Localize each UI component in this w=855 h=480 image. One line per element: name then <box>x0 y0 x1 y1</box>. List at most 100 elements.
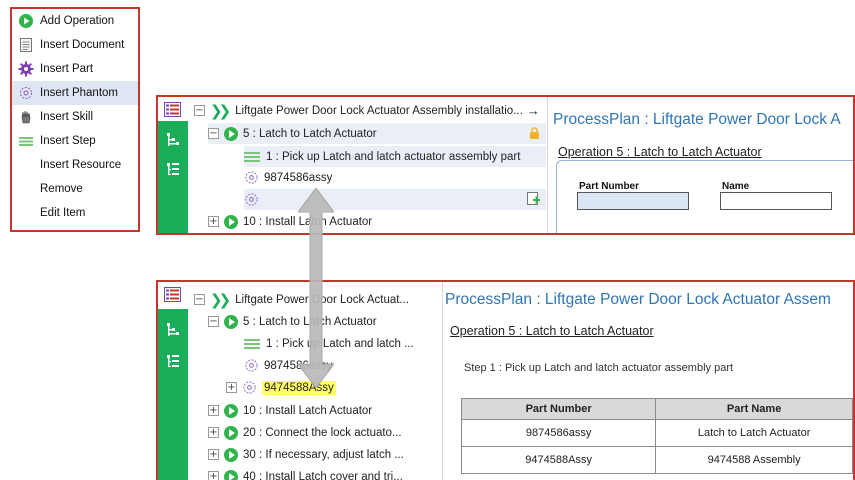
table-row[interactable]: 9874586assy Latch to Latch Actuator <box>460 419 853 447</box>
phantom-gear-icon <box>245 171 258 184</box>
menu-item-insert-phantom[interactable]: Insert Phantom <box>12 81 138 105</box>
name-input[interactable] <box>720 192 832 210</box>
double-arrow-icon <box>298 188 334 388</box>
play-icon <box>224 314 238 329</box>
tree-row-operation-40[interactable]: + 40 : Install Latch cover and tri... <box>208 466 403 480</box>
step-description: Step 1 : Pick up Latch and latch actuato… <box>464 362 734 374</box>
tree-row-operation-20[interactable]: + 20 : Connect the lock actuato... <box>208 422 402 443</box>
phantom-gear-icon <box>245 193 258 206</box>
table-header: Part Number <box>460 398 657 420</box>
detail-view: ProcessPlan : Liftgate Power Door Lock A… <box>549 97 853 233</box>
tree-row-part[interactable]: 9874586assy <box>244 167 332 188</box>
expand-toggle[interactable]: + <box>226 382 237 393</box>
menu-item-label: Insert Step <box>40 135 96 147</box>
menu-item-label: Edit Item <box>40 207 86 219</box>
collapse-toggle[interactable]: − <box>208 316 219 327</box>
tree-row-operation-30[interactable]: + 30 : If necessary, adjust latch ... <box>208 444 404 465</box>
play-icon <box>224 469 238 480</box>
phantom-gear-icon <box>18 85 34 101</box>
tree-label: 1 : Pick up Latch and latch ... <box>266 337 414 350</box>
tree-list-icon[interactable] <box>165 161 181 177</box>
lock-icon <box>529 127 540 143</box>
collapse-toggle[interactable]: − <box>194 105 205 116</box>
tree-row-step-1[interactable]: 1 : Pick up Latch and latch actuator ass… <box>244 146 546 167</box>
table-cell: 9474588 Assembly <box>655 446 853 474</box>
table-row[interactable]: 9474588Assy 9474588 Assembly <box>460 446 853 474</box>
tree-row-operation-10[interactable]: + 10 : Install Latch Actuator <box>208 400 372 421</box>
expand-toggle[interactable]: + <box>208 405 219 416</box>
add-item-icon[interactable] <box>527 192 540 209</box>
process-plan-panel-after: − ❯❯ Liftgate Power Door Lock Actuat... … <box>156 280 855 480</box>
operation-title: Operation 5 : Latch to Latch Actuator <box>450 324 654 338</box>
play-icon <box>224 447 238 462</box>
tree-row-operation-10[interactable]: + 10 : Install Latch Actuator <box>208 211 372 232</box>
expand-toggle[interactable]: + <box>208 216 219 227</box>
side-toolbar <box>158 309 188 480</box>
menu-item-label: Insert Skill <box>40 111 94 123</box>
table-cell: Latch to Latch Actuator <box>655 419 853 447</box>
tree-row-operation-5[interactable]: − 5 : Latch to Latch Actuator <box>208 123 546 144</box>
list-view-icon[interactable] <box>164 287 181 302</box>
tree-label: 5 : Latch to Latch Actuator <box>243 127 377 140</box>
arrow-right-icon[interactable]: → <box>527 103 540 118</box>
collapse-toggle[interactable]: − <box>194 294 205 305</box>
step-lines-icon <box>18 133 34 149</box>
play-icon <box>224 126 238 141</box>
table-header-row: Part Number Part Name <box>460 398 853 420</box>
menu-item-label: Insert Phantom <box>40 87 118 99</box>
menu-item-label: Remove <box>40 183 83 195</box>
play-icon <box>224 403 238 418</box>
tree-label: Liftgate Power Door Lock Actuator Assemb… <box>235 104 523 117</box>
play-icon <box>224 425 238 440</box>
tree-label: 40 : Install Latch cover and tri... <box>243 470 403 480</box>
tree-label: 1 : Pick up Latch and latch actuator ass… <box>266 150 521 163</box>
menu-item-add-operation[interactable]: Add Operation <box>12 9 138 33</box>
part-gear-icon <box>18 61 34 77</box>
tree-row-operation-5[interactable]: − 5 : Latch to Latch Actuator <box>208 311 377 332</box>
part-number-label: Part Number <box>579 181 640 192</box>
menu-item-label: Insert Document <box>40 39 125 51</box>
tree-row-new-phantom[interactable] <box>244 189 546 210</box>
part-number-input[interactable] <box>577 192 689 210</box>
menu-item-label: Add Operation <box>40 15 115 27</box>
chevron-right-icon: ❯❯ <box>210 101 231 120</box>
context-menu: Add Operation Insert Document Insert Par… <box>10 7 140 232</box>
step-lines-icon <box>244 151 260 162</box>
step-lines-icon <box>244 338 260 349</box>
process-plan-title: ProcessPlan : Liftgate Power Door Lock A <box>553 111 841 128</box>
menu-item-label: Insert Resource <box>40 159 122 171</box>
hand-icon <box>18 109 34 125</box>
hierarchy-icon[interactable] <box>165 131 181 147</box>
tree-label: 20 : Connect the lock actuato... <box>243 426 402 439</box>
parts-table: Part Number Part Name 9874586assy Latch … <box>460 398 853 474</box>
table-cell: 9874586assy <box>460 419 657 447</box>
menu-item-insert-resource[interactable]: Insert Resource <box>12 153 138 177</box>
expand-toggle[interactable]: + <box>208 449 219 460</box>
menu-item-remove[interactable]: Remove <box>12 177 138 201</box>
expand-toggle[interactable]: + <box>208 471 219 480</box>
menu-item-label: Insert Part <box>40 63 94 75</box>
play-icon <box>224 214 238 229</box>
menu-item-insert-document[interactable]: Insert Document <box>12 33 138 57</box>
name-label: Name <box>722 181 750 192</box>
tree-row-root[interactable]: − ❯❯ Liftgate Power Door Lock Actuator A… <box>194 100 540 121</box>
list-view-icon[interactable] <box>164 102 181 117</box>
part-form: Part Number Name <box>556 160 853 233</box>
process-plan-panel-before: − ❯❯ Liftgate Power Door Lock Actuator A… <box>156 95 855 235</box>
play-icon <box>18 13 34 29</box>
expand-toggle[interactable]: + <box>208 427 219 438</box>
tree-list-icon[interactable] <box>165 353 181 369</box>
menu-item-insert-skill[interactable]: Insert Skill <box>12 105 138 129</box>
collapse-toggle[interactable]: − <box>208 128 219 139</box>
hierarchy-icon[interactable] <box>165 321 181 337</box>
menu-item-edit-item[interactable]: Edit Item <box>12 201 138 225</box>
tree-label: 9874586assy <box>264 171 333 184</box>
operation-title: Operation 5 : Latch to Latch Actuator <box>558 145 762 159</box>
chevron-right-icon: ❯❯ <box>210 290 231 309</box>
menu-item-insert-part[interactable]: Insert Part <box>12 57 138 81</box>
side-toolbar <box>158 121 188 233</box>
menu-item-insert-step[interactable]: Insert Step <box>12 129 138 153</box>
document-icon <box>18 37 34 53</box>
tree-label: 30 : If necessary, adjust latch ... <box>243 448 404 461</box>
tree-label: 10 : Install Latch Actuator <box>243 404 373 417</box>
